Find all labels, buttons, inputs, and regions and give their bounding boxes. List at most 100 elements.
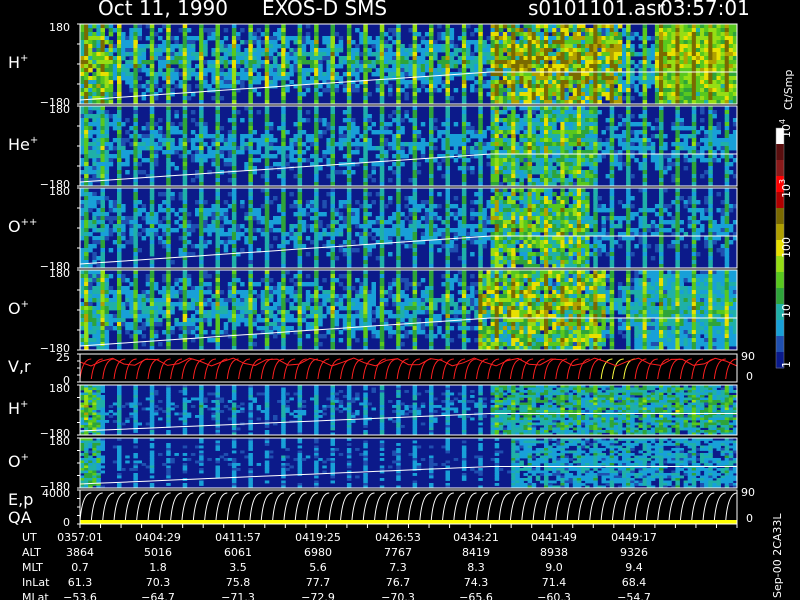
spectrogram-cell xyxy=(687,56,693,61)
spectrogram-cell xyxy=(507,96,512,101)
spectrogram-cell xyxy=(494,178,500,183)
spectrogram-cell xyxy=(297,170,303,175)
spectrogram-cell xyxy=(166,170,171,175)
spectrogram-cell xyxy=(424,142,430,147)
spectrogram-cell xyxy=(572,32,578,37)
spectrogram-cell xyxy=(461,88,467,93)
spectrogram-cell xyxy=(659,44,664,49)
spectrogram-cell xyxy=(478,56,483,61)
spectrogram-cell xyxy=(531,130,537,135)
spectrogram-cell xyxy=(642,134,648,139)
spectrogram-cell xyxy=(153,212,159,217)
spectrogram-cell xyxy=(490,28,496,33)
spectrogram-cell xyxy=(178,252,184,257)
spectrogram-cell xyxy=(80,114,85,119)
spectrogram-cell xyxy=(507,130,512,135)
spectrogram-cell xyxy=(441,174,446,179)
spectrogram-cell xyxy=(227,118,233,123)
spectrogram-cell xyxy=(437,68,442,73)
spectrogram-cell xyxy=(149,56,155,61)
spectrogram-cell xyxy=(264,204,270,209)
spectrogram-cell xyxy=(104,138,110,143)
spectrogram-cell xyxy=(166,188,171,193)
spectrogram-cell xyxy=(88,44,93,49)
spectrogram-cell xyxy=(589,76,594,81)
spectrogram-cell xyxy=(470,84,475,89)
spectrogram-cell xyxy=(330,96,335,101)
spectrogram-cell xyxy=(363,118,368,123)
spectrogram-cell xyxy=(581,126,586,131)
spectrogram-cell xyxy=(626,110,631,115)
spectrogram-cell xyxy=(293,40,298,45)
spectrogram-cell xyxy=(170,196,175,201)
spectrogram-cell xyxy=(650,52,656,57)
spectrogram-cell xyxy=(129,228,134,233)
spectrogram-cell xyxy=(490,166,496,171)
spectrogram-cell xyxy=(125,72,130,77)
spectrogram-cell xyxy=(650,76,656,81)
spectrogram-cell xyxy=(80,224,85,229)
spectrogram-cell xyxy=(375,68,381,73)
spectrogram-cell xyxy=(256,64,262,69)
spectrogram-cell xyxy=(117,32,122,37)
spectrogram-cell xyxy=(552,126,557,131)
spectrogram-cell xyxy=(326,80,331,85)
spectrogram-cell xyxy=(650,158,656,163)
spectrogram-cell xyxy=(346,220,352,225)
spectrogram-cell xyxy=(478,80,483,85)
spectrogram-cell xyxy=(449,64,455,69)
spectrogram-cell xyxy=(285,60,290,65)
spectrogram-cell xyxy=(133,248,138,253)
spectrogram-cell xyxy=(659,52,664,57)
spectrogram-cell xyxy=(708,138,713,143)
spectrogram-cell xyxy=(708,142,713,147)
spectrogram-cell xyxy=(137,52,142,57)
spectrogram-cell xyxy=(507,64,512,69)
spectrogram-cell xyxy=(149,60,155,65)
spectrogram-cell xyxy=(363,44,368,49)
spectrogram-cell xyxy=(687,48,693,53)
spectrogram-cell xyxy=(174,220,179,225)
spectrogram-cell xyxy=(700,118,705,123)
spectrogram-cell xyxy=(597,72,602,77)
spectrogram-cell xyxy=(712,80,717,85)
spectrogram-cell xyxy=(314,208,319,213)
spectrogram-cell xyxy=(404,48,409,53)
spectrogram-cell xyxy=(379,122,385,127)
spectrogram-cell xyxy=(346,56,352,61)
spectrogram-cell xyxy=(564,138,569,143)
spectrogram-cell xyxy=(264,192,270,197)
spectrogram-cell xyxy=(355,76,360,81)
spectrogram-cell xyxy=(293,204,298,209)
spectrogram-cell xyxy=(461,48,467,53)
spectrogram-cell xyxy=(330,40,335,45)
spectrogram-cell xyxy=(264,92,270,97)
spectrogram-cell xyxy=(531,134,537,139)
spectrogram-cell xyxy=(104,60,110,65)
spectrogram-cell xyxy=(149,244,155,249)
spectrogram-cell xyxy=(461,84,467,89)
spectrogram-cell xyxy=(650,56,656,61)
spectrogram-cell xyxy=(186,60,192,65)
spectrogram-cell xyxy=(383,130,389,135)
spectrogram-cell xyxy=(474,28,479,33)
spectrogram-cell xyxy=(117,68,122,73)
spectrogram-cell xyxy=(170,44,175,49)
spectrogram-cell xyxy=(129,80,134,85)
spectrogram-cell xyxy=(305,146,311,151)
spectrogram-cell xyxy=(223,162,229,167)
spectrogram-cell xyxy=(470,60,475,65)
spectrogram-cell xyxy=(564,106,569,111)
spectrogram-cell xyxy=(84,228,89,233)
spectrogram-cell xyxy=(622,138,627,143)
spectrogram-cell xyxy=(96,138,101,143)
spectrogram-cell xyxy=(264,158,270,163)
spectrogram-cell xyxy=(683,28,689,33)
spectrogram-cell xyxy=(182,212,188,217)
spectrogram-cell xyxy=(129,216,134,221)
spectrogram-cell xyxy=(195,64,200,69)
spectrogram-cell xyxy=(679,32,684,37)
spectrogram-cell xyxy=(248,56,253,61)
spectrogram-cell xyxy=(108,154,114,159)
spectrogram-cell xyxy=(572,106,578,111)
